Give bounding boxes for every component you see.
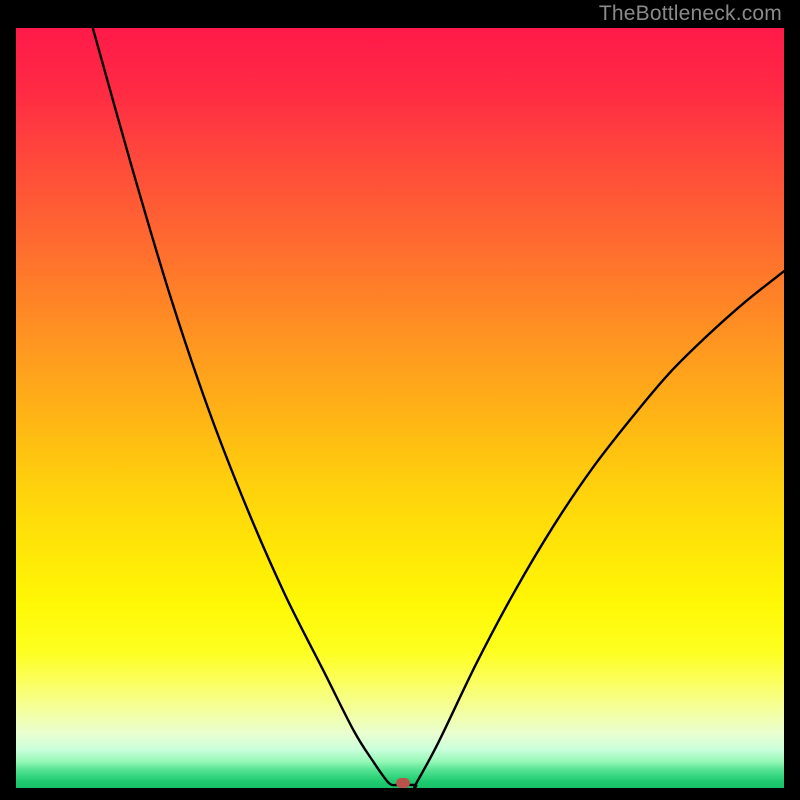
chart-frame: TheBottleneck.com <box>0 0 800 800</box>
watermark-text: TheBottleneck.com <box>599 2 782 26</box>
optimal-marker <box>396 778 410 788</box>
bottleneck-curve <box>16 28 784 788</box>
plot-area <box>16 28 784 788</box>
